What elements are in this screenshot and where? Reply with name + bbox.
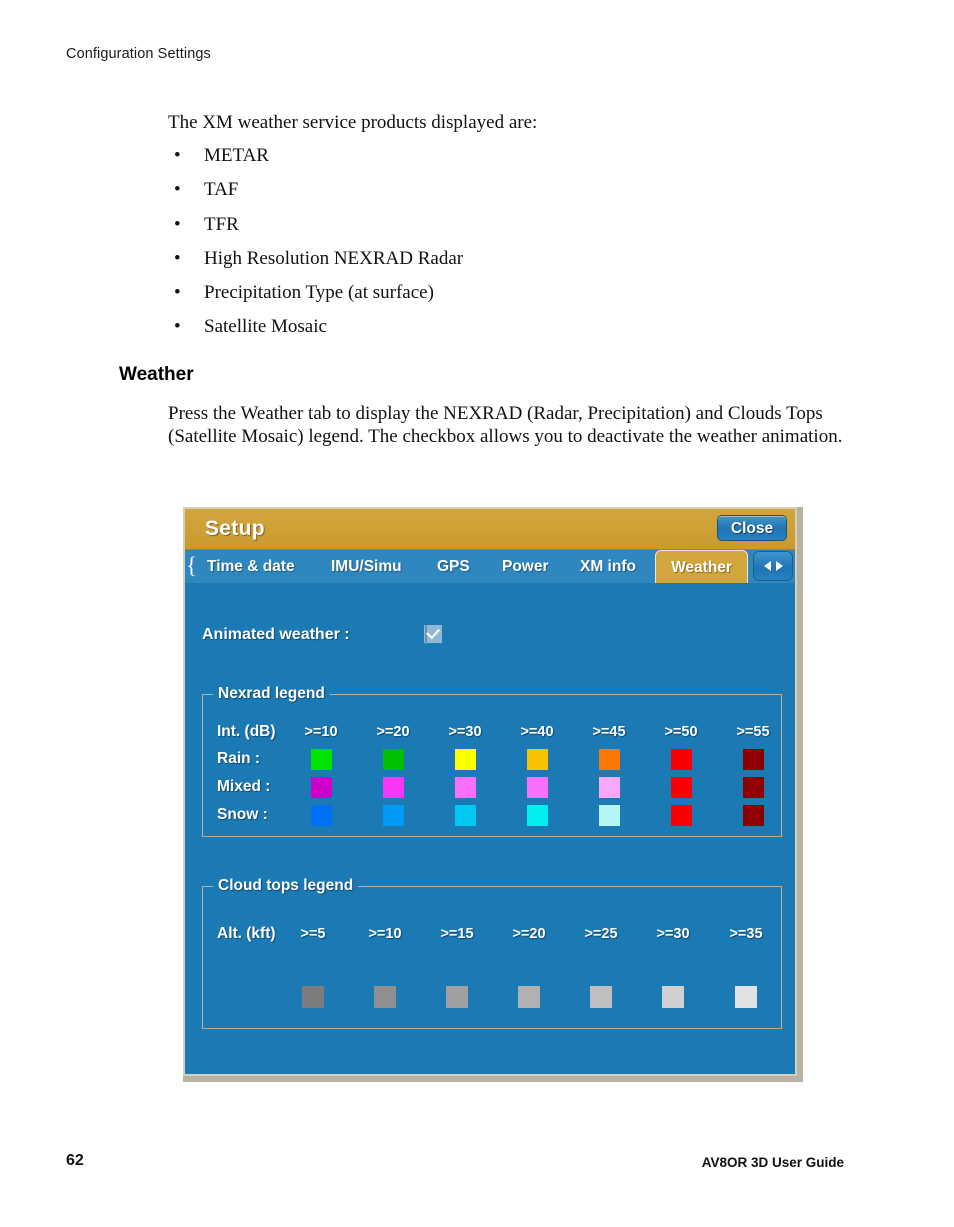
tab-overflow-brace-icon: { <box>186 553 198 578</box>
list-item: • TAF <box>168 180 768 214</box>
tab-weather[interactable]: Weather <box>655 550 748 583</box>
dialog-body: Animated weather : Nexrad legend Int. (d… <box>185 586 795 1074</box>
nexrad-row-label: Mixed : <box>217 778 271 795</box>
cloud-tops-color-swatch <box>662 986 684 1008</box>
nexrad-color-swatch <box>743 777 764 798</box>
nexrad-column-header: >=45 <box>592 724 626 740</box>
list-item-label: TAF <box>204 179 239 201</box>
nexrad-color-swatch <box>599 777 620 798</box>
bullet-dot-icon: • <box>174 179 181 201</box>
checkmark-icon <box>426 624 440 640</box>
nexrad-color-swatch <box>311 777 332 798</box>
cloud-tops-row-header: Alt. (kft) <box>217 925 276 942</box>
nexrad-color-swatch <box>671 805 692 826</box>
nexrad-color-swatch <box>527 749 548 770</box>
list-item-label: TFR <box>204 213 239 235</box>
cloud-tops-column-header: >=35 <box>729 926 763 942</box>
setup-dialog: Setup Close { Time & date IMU/Simu GPS P… <box>183 507 797 1076</box>
running-header: Configuration Settings <box>66 46 211 62</box>
nexrad-color-swatch <box>311 749 332 770</box>
nexrad-column-header: >=20 <box>376 724 410 740</box>
nexrad-legend-table: Int. (dB) >=10 >=20 >=30 >=40 >=45 >=50 >=55 Rai… <box>203 695 781 836</box>
bullet-dot-icon: • <box>174 316 181 338</box>
cloud-tops-column-header: >=20 <box>512 926 546 942</box>
nexrad-column-header: >=50 <box>664 724 698 740</box>
nexrad-color-swatch <box>455 749 476 770</box>
bullet-dot-icon: • <box>174 282 181 304</box>
nexrad-color-swatch <box>383 749 404 770</box>
tab-xm-info[interactable]: XM info <box>571 550 645 583</box>
nexrad-column-header: >=10 <box>304 724 338 740</box>
nexrad-color-swatch <box>455 805 476 826</box>
cloud-tops-column-header: >=30 <box>656 926 690 942</box>
cloud-tops-column-header: >=5 <box>300 926 326 942</box>
nexrad-color-swatch <box>599 749 620 770</box>
nexrad-color-swatch <box>383 805 404 826</box>
nexrad-color-swatch <box>527 805 548 826</box>
nexrad-color-swatch <box>743 749 764 770</box>
cloud-tops-color-swatch <box>302 986 324 1008</box>
bullet-dot-icon: • <box>174 213 181 235</box>
product-bullet-list: • METAR • TAF • TFR • High Resolution NE… <box>168 146 768 352</box>
triangle-right-icon[interactable] <box>775 561 783 571</box>
tab-gps[interactable]: GPS <box>428 550 479 583</box>
close-button[interactable]: Close <box>717 515 787 541</box>
cloud-tops-legend-table: Alt. (kft) >=5 >=10 >=15 >=20 >=25 >=30 >=35 <box>203 887 781 1028</box>
footer-guide-title: AV8OR 3D User Guide <box>701 1155 844 1170</box>
nexrad-color-swatch <box>671 777 692 798</box>
nexrad-column-header: >=30 <box>448 724 482 740</box>
nexrad-color-swatch <box>527 777 548 798</box>
tab-imu-simu[interactable]: IMU/Simu <box>322 550 411 583</box>
intro-paragraph: The XM weather service products displaye… <box>168 112 538 133</box>
triangle-left-icon[interactable] <box>763 561 771 571</box>
list-item: • High Resolution NEXRAD Radar <box>168 249 768 283</box>
cloud-tops-color-swatch <box>446 986 468 1008</box>
tab-bar: { Time & date IMU/Simu GPS Power XM info… <box>185 550 795 586</box>
list-item-label: High Resolution NEXRAD Radar <box>204 247 464 269</box>
nexrad-row-label: Snow : <box>217 806 268 823</box>
cloud-tops-column-header: >=25 <box>584 926 618 942</box>
checkbox-box <box>425 624 440 644</box>
cloud-tops-color-swatch <box>374 986 396 1008</box>
footer-page-number: 62 <box>66 1152 84 1169</box>
dialog-title: Setup <box>205 517 265 540</box>
cloud-tops-column-header: >=15 <box>440 926 474 942</box>
cloud-tops-color-swatch <box>518 986 540 1008</box>
bullet-dot-icon: • <box>174 145 181 166</box>
list-item-label: Precipitation Type (at surface) <box>204 282 434 304</box>
bullet-dot-icon: • <box>174 247 181 269</box>
nexrad-color-swatch <box>311 805 332 826</box>
nexrad-row-label: Rain : <box>217 750 261 767</box>
tab-power[interactable]: Power <box>493 550 558 583</box>
section-heading-weather: Weather <box>119 364 194 385</box>
animated-weather-label: Animated weather : <box>202 626 350 643</box>
list-item: • Precipitation Type (at surface) <box>168 283 768 317</box>
list-item-label: METAR <box>204 145 269 166</box>
list-item: • Satellite Mosaic <box>168 317 768 351</box>
tab-scroll-buttons[interactable] <box>753 551 793 581</box>
cloud-tops-legend-group: Cloud tops legend Alt. (kft) >=5 >=10 >=15 >… <box>202 877 782 1029</box>
nexrad-color-swatch <box>599 805 620 826</box>
nexrad-row-header: Int. (dB) <box>217 723 276 740</box>
section-paragraph: Press the Weather tab to display the NEX… <box>168 403 843 448</box>
nexrad-color-swatch <box>455 777 476 798</box>
dialog-titlebar: Setup Close <box>185 509 795 550</box>
nexrad-color-swatch <box>671 749 692 770</box>
nexrad-legend-group: Nexrad legend Int. (dB) >=10 >=20 >=30 >=40 >… <box>202 685 782 837</box>
nexrad-column-header: >=55 <box>736 724 770 740</box>
tab-time-and-date[interactable]: Time & date <box>198 550 304 583</box>
animated-weather-checkbox[interactable] <box>424 624 442 644</box>
cloud-tops-color-swatch <box>735 986 757 1008</box>
nexrad-color-swatch <box>383 777 404 798</box>
list-item-label: Satellite Mosaic <box>204 316 327 338</box>
list-item: • TFR <box>168 215 768 249</box>
cloud-tops-color-swatch <box>590 986 612 1008</box>
cloud-tops-column-header: >=10 <box>368 926 402 942</box>
nexrad-column-header: >=40 <box>520 724 554 740</box>
list-item: • METAR <box>168 146 768 180</box>
nexrad-color-swatch <box>743 805 764 826</box>
